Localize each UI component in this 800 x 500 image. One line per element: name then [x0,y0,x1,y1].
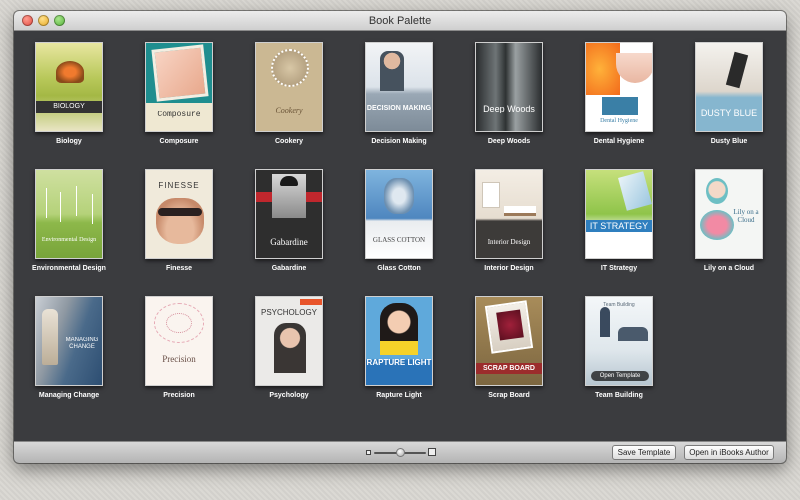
window-controls [22,15,65,26]
template-cover[interactable]: SCRAP BOARD [475,296,543,386]
template-card-psychology[interactable]: PSYCHOLOGY Psychology [234,285,344,410]
template-cover[interactable]: Team Building Open Template [585,296,653,386]
template-card-rapture-light[interactable]: RAPTURE LIGHT Rapture Light [344,285,454,410]
save-template-button[interactable]: Save Template [612,445,676,460]
template-card-environmental-design[interactable]: Environmental Design Environmental Desig… [14,158,124,283]
template-cover[interactable]: RAPTURE LIGHT [365,296,433,386]
template-cover[interactable]: DUSTY BLUE [695,42,763,132]
template-label: Deep Woods [487,138,531,145]
template-label: Dusty Blue [710,138,748,145]
template-label: Managing Change [38,392,100,399]
minimize-window-button[interactable] [38,15,49,26]
open-in-ibooks-author-button[interactable]: Open in iBooks Author [684,445,774,460]
template-card-dusty-blue[interactable]: DUSTY BLUE Dusty Blue [674,31,784,156]
template-cover[interactable]: Environmental Design [35,169,103,259]
template-label: Scrap Board [488,392,530,399]
template-card-managing-change[interactable]: MANAGING CHANGE Managing Change [14,285,124,410]
template-label: Environmental Design [32,265,106,272]
template-card-precision[interactable]: Precision Precision [124,285,234,410]
template-label: Psychology [269,392,309,399]
template-label: Team Building [595,392,643,399]
zoom-small-icon [366,450,371,455]
template-card-it-strategy[interactable]: IT STRATEGY IT Strategy [564,158,674,283]
template-card-biology[interactable]: BIOLOGY Biology [14,31,124,156]
template-label: Cookery [274,138,303,145]
template-cover[interactable]: Precision [145,296,213,386]
template-cover[interactable]: FINESSE [145,169,213,259]
template-label: Rapture Light [376,392,422,399]
template-card-interior-design[interactable]: Interior Design Interior Design [454,158,564,283]
template-label: Biology [56,138,82,145]
template-cover[interactable]: Gabardine [255,169,323,259]
template-card-glass-cotton[interactable]: GLASS COTTON Glass Cotton [344,158,454,283]
template-cover[interactable]: Composure [145,42,213,132]
template-label: Composure [159,138,199,145]
open-template-button[interactable]: Open Template [591,371,649,381]
template-cover[interactable]: Interior Design [475,169,543,259]
template-cover[interactable]: DECISION MAKING [365,42,433,132]
template-card-cookery[interactable]: Cookery Cookery [234,31,344,156]
template-cover[interactable]: PSYCHOLOGY [255,296,323,386]
template-cover[interactable]: GLASS COTTON [365,169,433,259]
template-label: Dental Hygiene [593,138,645,145]
bottom-toolbar: Save Template Open in iBooks Author [14,441,786,463]
template-card-lily-on-a-cloud[interactable]: Lily on a Cloud Lily on a Cloud [674,158,784,283]
template-cover[interactable]: Deep Woods [475,42,543,132]
template-grid: BIOLOGY Biology Composure Composure Cook… [14,31,786,441]
template-cover[interactable]: IT STRATEGY [585,169,653,259]
template-card-gabardine[interactable]: Gabardine Gabardine [234,158,344,283]
template-cover[interactable]: MANAGING CHANGE [35,296,103,386]
template-cover[interactable]: Lily on a Cloud [695,169,763,259]
template-label: Glass Cotton [377,265,421,272]
template-label: Finesse [165,265,193,272]
zoom-large-icon [428,448,436,456]
title-bar: Book Palette [14,11,786,31]
template-card-deep-woods[interactable]: Deep Woods Deep Woods [454,31,564,156]
template-label: Decision Making [371,138,427,145]
template-label: Gabardine [271,265,307,272]
template-card-finesse[interactable]: FINESSE Finesse [124,158,234,283]
zoom-slider-knob[interactable] [396,448,405,457]
template-label: Interior Design [484,265,534,272]
template-cover[interactable]: Dental Hygiene [585,42,653,132]
template-cover[interactable]: Cookery [255,42,323,132]
template-card-composure[interactable]: Composure Composure [124,31,234,156]
template-card-scrap-board[interactable]: SCRAP BOARD Scrap Board [454,285,564,410]
template-label: IT Strategy [600,265,638,272]
template-label: Precision [163,392,195,399]
close-window-button[interactable] [22,15,33,26]
template-label: Lily on a Cloud [703,265,755,272]
template-cover[interactable]: BIOLOGY [35,42,103,132]
window-title: Book Palette [368,15,432,27]
zoom-window-button[interactable] [54,15,65,26]
template-card-dental-hygiene[interactable]: Dental Hygiene Dental Hygiene [564,31,674,156]
template-card-team-building[interactable]: Team Building Open Template Team Buildin… [564,285,674,410]
template-card-decision-making[interactable]: DECISION MAKING Decision Making [344,31,454,156]
book-palette-window: Book Palette BIOLOGY Biology Composure C… [14,11,786,463]
